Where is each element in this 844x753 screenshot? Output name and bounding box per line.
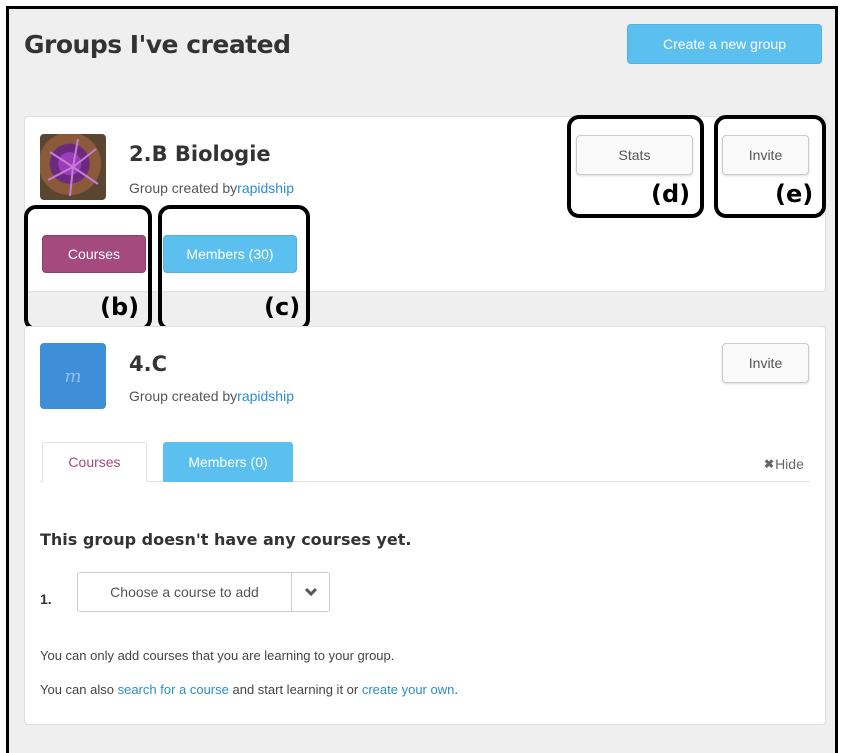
course-select[interactable]: Choose a course to add bbox=[77, 572, 330, 612]
course-select-value: Choose a course to add bbox=[110, 584, 259, 600]
note2-mid: and start learning it or bbox=[228, 682, 362, 697]
course-row-number: 1. bbox=[40, 591, 52, 607]
close-icon: ✖ bbox=[764, 457, 775, 471]
course-note-2: You can also search for a course and sta… bbox=[40, 682, 458, 697]
group-card-4c bbox=[24, 326, 826, 725]
callout-label-d: (d) bbox=[651, 180, 691, 208]
group-name: 2.B Biologie bbox=[129, 142, 271, 166]
hide-toggle[interactable]: ✖ Hide bbox=[764, 456, 804, 472]
note2-prefix: You can also bbox=[40, 682, 118, 697]
group-created-by: Group created byrapidship bbox=[129, 388, 294, 404]
invite-button[interactable]: Invite bbox=[722, 343, 809, 383]
callout-label-e: (e) bbox=[775, 180, 814, 208]
empty-courses-message: This group doesn't have any courses yet. bbox=[40, 530, 412, 549]
group-avatar-placeholder: m bbox=[40, 343, 106, 409]
creator-link[interactable]: rapidship bbox=[237, 388, 294, 404]
course-note-1: You can only add courses that you are le… bbox=[40, 648, 395, 663]
create-group-button[interactable]: Create a new group bbox=[627, 24, 822, 64]
avatar-letter: m bbox=[64, 365, 82, 387]
creator-link[interactable]: rapidship bbox=[237, 180, 294, 196]
tab-courses[interactable]: Courses bbox=[42, 442, 147, 482]
page-title: Groups I've created bbox=[24, 30, 291, 59]
group-avatar-image bbox=[40, 134, 106, 200]
note2-suffix: . bbox=[454, 682, 458, 697]
tab-members[interactable]: Members (0) bbox=[163, 442, 293, 482]
create-course-link[interactable]: create your own bbox=[362, 682, 455, 697]
created-by-label: Group created by bbox=[129, 388, 238, 404]
group-created-by: Group created byrapidship bbox=[129, 180, 294, 196]
callout-label-c: (c) bbox=[264, 293, 301, 321]
starfish-icon bbox=[47, 138, 99, 197]
tab-divider bbox=[40, 481, 810, 482]
search-course-link[interactable]: search for a course bbox=[118, 682, 229, 697]
hide-label: Hide bbox=[775, 456, 804, 472]
created-by-label: Group created by bbox=[129, 180, 238, 196]
callout-label-b: (b) bbox=[100, 293, 140, 321]
group-name: 4.C bbox=[129, 352, 168, 376]
chevron-down-icon[interactable] bbox=[291, 573, 329, 611]
